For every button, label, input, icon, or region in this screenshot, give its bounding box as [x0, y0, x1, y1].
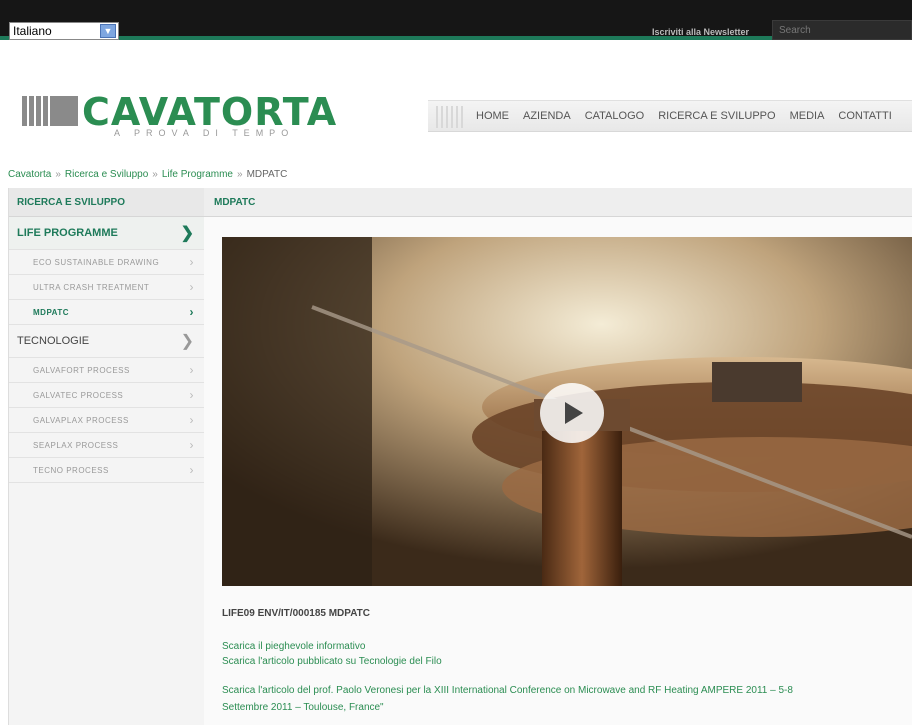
chevron-right-icon: ❯: [180, 333, 194, 350]
sidebar-item-label: GALVAFORT PROCESS: [33, 365, 130, 375]
link-articolo-veronesi[interactable]: Scarica l'articolo del prof. Paolo Veron…: [222, 685, 793, 696]
link-pieghevole[interactable]: Scarica il pieghevole informativo: [222, 641, 365, 652]
sidebar-item-seaplax[interactable]: SEAPLAX PROCESS ›: [9, 433, 204, 458]
top-bar: Italiano ▼ Iscriviti alla Newsletter Sea…: [0, 0, 912, 40]
sidebar-header: RICERCA E SVILUPPO: [9, 188, 204, 217]
content-header: MDPATC: [204, 188, 912, 217]
document-title: LIFE09 ENV/IT/000185 MDPATC: [222, 608, 371, 619]
link-articolo-veronesi-cont[interactable]: Settembre 2011 – Toulouse, France": [222, 702, 384, 713]
nav-media[interactable]: MEDIA: [790, 110, 825, 122]
play-button[interactable]: [540, 383, 604, 443]
sidebar-item-galvaplax[interactable]: GALVAPLAX PROCESS ›: [9, 408, 204, 433]
sidebar-item-tecnologie[interactable]: TECNOLOGIE ❯: [9, 325, 204, 358]
logo-tagline: A PROVA DI TEMPO: [114, 128, 295, 138]
nav-catalogo[interactable]: CATALOGO: [585, 110, 645, 122]
sidebar-item-life-programme[interactable]: LIFE PROGRAMME ❯: [9, 217, 204, 250]
nav-contatti[interactable]: CONTATTI: [838, 110, 891, 122]
video-player[interactable]: [222, 237, 912, 586]
play-icon: [565, 402, 583, 424]
sidebar-item-label: ECO SUSTAINABLE DRAWING: [33, 257, 160, 267]
breadcrumb-ricerca[interactable]: Ricerca e Sviluppo: [65, 169, 148, 180]
site-logo[interactable]: CAVATORTA A PROVA DI TEMPO: [22, 90, 342, 140]
sidebar-item-label: GALVAPLAX PROCESS: [33, 415, 129, 425]
sidebar-item-label: LIFE PROGRAMME: [17, 227, 118, 239]
sidebar-item-label: ULTRA CRASH TREATMENT: [33, 282, 150, 292]
nav-azienda[interactable]: AZIENDA: [523, 110, 571, 122]
sidebar-item-ultra-crash[interactable]: ULTRA CRASH TREATMENT ›: [9, 275, 204, 300]
nav-stripes-decoration: [436, 106, 464, 128]
breadcrumb-cavatorta[interactable]: Cavatorta: [8, 169, 51, 180]
sidebar-item-label: MDPATC: [33, 307, 70, 317]
sidebar-item-galvafort[interactable]: GALVAFORT PROCESS ›: [9, 358, 204, 383]
chevron-right-icon: ›: [189, 363, 194, 377]
search-input[interactable]: Search: [772, 20, 912, 40]
sidebar-item-label: TECNO PROCESS: [33, 465, 109, 475]
chevron-right-icon: ›: [189, 463, 194, 477]
nav-ricerca-sviluppo[interactable]: RICERCA E SVILUPPO: [658, 110, 775, 122]
breadcrumb-current: MDPATC: [246, 169, 288, 180]
language-value: Italiano: [13, 24, 52, 38]
chevron-right-icon: ›: [189, 388, 194, 402]
chevron-right-icon: ›: [189, 305, 194, 319]
sidebar-item-label: GALVATEC PROCESS: [33, 390, 124, 400]
sidebar-item-mdpatc[interactable]: MDPATC ›: [9, 300, 204, 325]
chevron-right-icon: ›: [189, 280, 194, 294]
nav-home[interactable]: HOME: [476, 110, 509, 122]
sidebar: RICERCA E SVILUPPO LIFE PROGRAMME ❯ ECO …: [8, 188, 204, 725]
chevron-right-icon: ›: [189, 438, 194, 452]
chevron-right-icon: ›: [189, 255, 194, 269]
main-navigation: HOME AZIENDA CATALOGO RICERCA E SVILUPPO…: [428, 100, 912, 132]
newsletter-link[interactable]: Iscriviti alla Newsletter: [652, 27, 749, 37]
sidebar-item-galvatec[interactable]: GALVATEC PROCESS ›: [9, 383, 204, 408]
sidebar-item-tecno[interactable]: TECNO PROCESS ›: [9, 458, 204, 483]
logo-bars-icon: [22, 96, 78, 126]
chevron-right-icon: ❯: [180, 225, 194, 242]
chevron-right-icon: ›: [189, 413, 194, 427]
breadcrumb: Cavatorta » Ricerca e Sviluppo » Life Progra…: [8, 169, 287, 180]
link-articolo-tecnologie[interactable]: Scarica l'articolo pubblicato su Tecnolo…: [222, 656, 442, 667]
breadcrumb-separator-icon: »: [237, 169, 243, 180]
sidebar-item-eco-sustainable[interactable]: ECO SUSTAINABLE DRAWING ›: [9, 250, 204, 275]
language-select[interactable]: Italiano ▼: [9, 22, 119, 40]
breadcrumb-separator-icon: »: [152, 169, 158, 180]
chevron-down-icon[interactable]: ▼: [100, 24, 116, 38]
breadcrumb-separator-icon: »: [55, 169, 61, 180]
sidebar-item-label: SEAPLAX PROCESS: [33, 440, 119, 450]
breadcrumb-life[interactable]: Life Programme: [162, 169, 233, 180]
sidebar-item-label: TECNOLOGIE: [17, 335, 90, 347]
